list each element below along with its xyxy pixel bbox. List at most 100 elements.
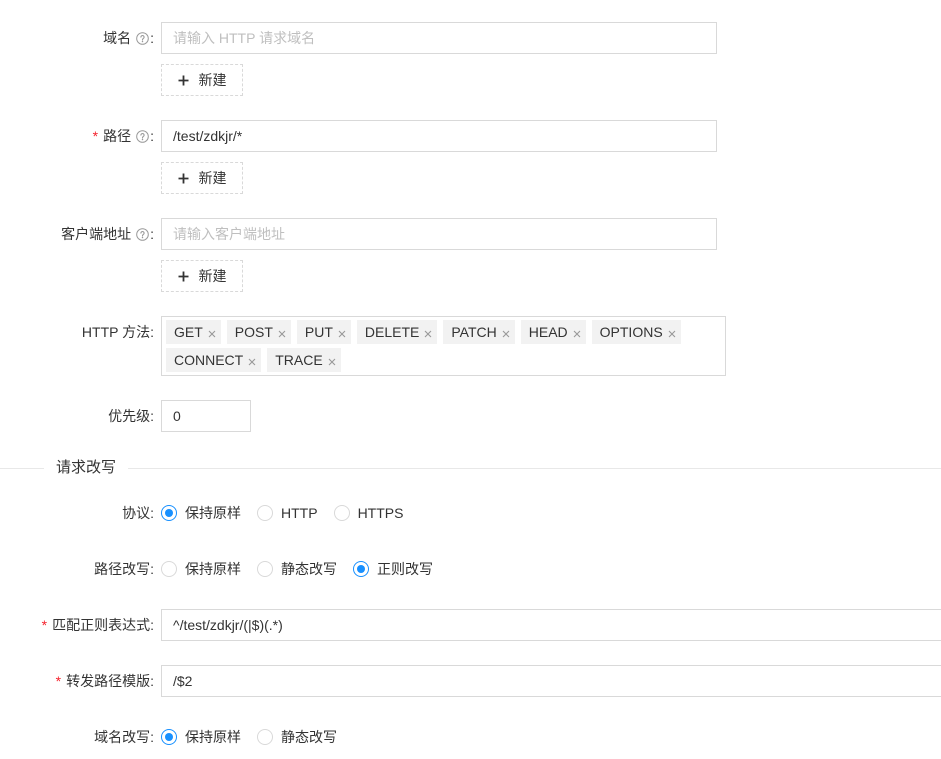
add-domain-button-label: 新建: [198, 72, 227, 88]
label-colon: :: [150, 128, 154, 144]
method-tag-label: OPTIONS: [599, 324, 663, 340]
plus-icon: [178, 173, 189, 184]
close-icon[interactable]: [338, 330, 346, 338]
path-input[interactable]: [161, 120, 717, 152]
method-tag: POST: [226, 320, 291, 344]
close-icon[interactable]: [208, 330, 216, 338]
method-tag: OPTIONS: [591, 320, 681, 344]
match-regex-input[interactable]: [161, 609, 941, 641]
label-colon: :: [150, 226, 154, 242]
path-rewrite-option-2[interactable]: 正则改写: [353, 559, 433, 579]
protocol-label-text: 协议: [122, 505, 151, 521]
close-icon[interactable]: [278, 330, 286, 338]
path-rewrite-radio-group: 保持原样 静态改写 正则改写: [161, 553, 449, 585]
add-domain-button[interactable]: 新建: [161, 64, 243, 96]
host-rewrite-option-0[interactable]: 保持原样: [161, 727, 241, 747]
protocol-option-2[interactable]: HTTPS: [333, 505, 403, 521]
question-circle-icon[interactable]: [136, 130, 149, 143]
radio-label: 静态改写: [281, 729, 337, 745]
label-colon: :: [150, 561, 154, 577]
radio-button[interactable]: [257, 505, 273, 521]
question-circle-icon[interactable]: [136, 228, 149, 241]
method-tag-label: PUT: [304, 324, 333, 340]
domain-label-text: 域名: [103, 30, 132, 46]
section-title-request-rewrite: 请求改写: [44, 457, 129, 479]
radio-label: 正则改写: [377, 561, 433, 577]
host-rewrite-label: 域名改写:: [0, 721, 154, 753]
match-regex-label-text: 匹配正则表达式: [52, 617, 151, 633]
add-client-address-button-label: 新建: [198, 268, 227, 284]
radio-label: HTTP: [281, 505, 318, 521]
radio-label: 静态改写: [281, 561, 337, 577]
http-methods-label: HTTP 方法:: [0, 316, 154, 348]
client-address-input[interactable]: [161, 218, 717, 250]
path-rewrite-option-0[interactable]: 保持原样: [161, 559, 241, 579]
close-icon[interactable]: [502, 330, 510, 338]
close-icon[interactable]: [328, 358, 336, 366]
add-path-button-label: 新建: [198, 170, 227, 186]
forward-path-template-label-text: 转发路径模版: [66, 673, 151, 689]
label-colon: :: [150, 617, 154, 633]
method-tag: GET: [166, 320, 221, 344]
label-colon: :: [150, 324, 154, 340]
http-method-tags[interactable]: GET POST PUT DELETE PATCH HEAD OPTIONS CONNECT T…: [161, 316, 726, 376]
label-colon: :: [150, 673, 154, 689]
host-rewrite-radio-group: 保持原样 静态改写: [161, 721, 353, 753]
radio-button[interactable]: [161, 505, 177, 521]
domain-input[interactable]: [161, 22, 717, 54]
http-methods-label-text: HTTP 方法: [81, 324, 151, 340]
method-tag: CONNECT: [166, 348, 262, 372]
method-tag-label: GET: [174, 324, 203, 340]
priority-input[interactable]: [161, 400, 251, 432]
forward-path-template-label: * 转发路径模版:: [0, 665, 154, 697]
protocol-option-0[interactable]: 保持原样: [161, 503, 241, 523]
domain-label: 域名:: [0, 22, 154, 54]
radio-button[interactable]: [161, 561, 177, 577]
method-tag-label: PATCH: [451, 324, 497, 340]
radio-button[interactable]: [257, 729, 273, 745]
path-label-text: 路径: [103, 128, 132, 144]
plus-icon: [178, 75, 189, 86]
method-tag-label: DELETE: [364, 324, 420, 340]
radio-label: 保持原样: [185, 729, 241, 745]
question-circle-icon[interactable]: [136, 32, 149, 45]
path-label: * 路径:: [0, 120, 154, 152]
add-path-button[interactable]: 新建: [161, 162, 243, 194]
protocol-radio-group: 保持原样 HTTP HTTPS: [161, 497, 419, 529]
close-icon[interactable]: [573, 330, 581, 338]
label-colon: :: [150, 505, 154, 521]
required-mark: *: [41, 617, 48, 633]
method-tag: HEAD: [520, 320, 586, 344]
radio-button[interactable]: [161, 729, 177, 745]
path-rewrite-label-text: 路径改写: [94, 561, 151, 577]
path-rewrite-option-1[interactable]: 静态改写: [257, 559, 337, 579]
add-client-address-button[interactable]: 新建: [161, 260, 243, 292]
radio-label: 保持原样: [185, 561, 241, 577]
radio-button[interactable]: [333, 505, 350, 521]
protocol-label: 协议:: [0, 497, 154, 529]
method-tag-label: CONNECT: [174, 352, 244, 368]
label-colon: :: [150, 30, 154, 46]
forward-path-template-input[interactable]: [161, 665, 941, 697]
method-tag-label: TRACE: [275, 352, 323, 368]
radio-button[interactable]: [353, 561, 369, 577]
radio-label: 保持原样: [185, 505, 241, 521]
priority-label: 优先级:: [0, 400, 154, 432]
match-regex-label: * 匹配正则表达式:: [0, 609, 154, 641]
priority-label-text: 优先级: [108, 408, 151, 424]
client-address-label-text: 客户端地址: [61, 226, 132, 242]
close-icon[interactable]: [668, 330, 676, 338]
required-mark: *: [55, 673, 62, 689]
radio-button[interactable]: [257, 561, 273, 577]
client-address-label: 客户端地址:: [0, 218, 154, 250]
close-icon[interactable]: [248, 358, 256, 366]
host-rewrite-label-text: 域名改写: [94, 729, 151, 745]
label-colon: :: [150, 729, 154, 745]
protocol-option-1[interactable]: HTTP: [257, 505, 318, 521]
host-rewrite-option-1[interactable]: 静态改写: [257, 727, 337, 747]
label-colon: :: [150, 408, 154, 424]
close-icon[interactable]: [424, 330, 432, 338]
required-mark: *: [92, 128, 99, 144]
method-tag: DELETE: [356, 320, 438, 344]
method-tag-label: HEAD: [528, 324, 568, 340]
